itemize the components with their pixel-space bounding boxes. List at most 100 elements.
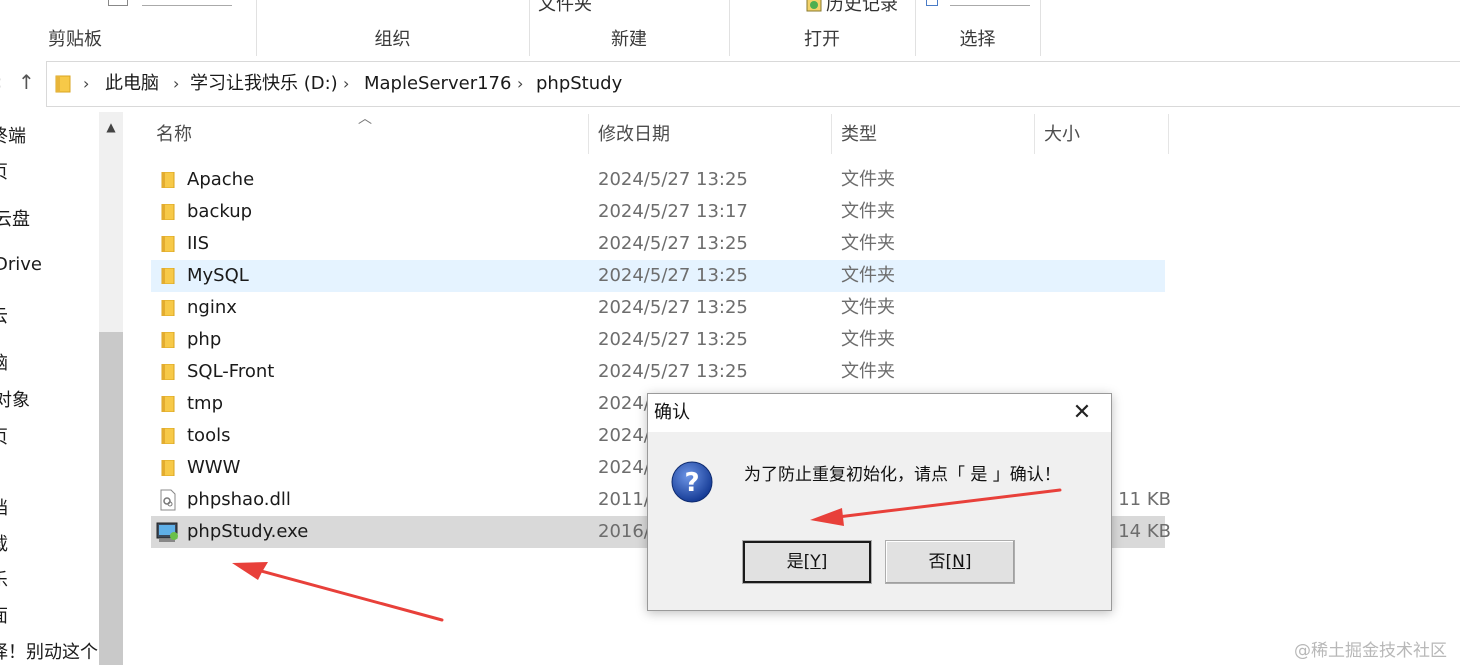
file-size-cell: 11 KB	[1118, 489, 1171, 510]
nav-item-music[interactable]: 乐	[0, 566, 8, 592]
history-button[interactable]: 历史记录	[806, 0, 898, 16]
yes-button-accel: Y	[810, 552, 821, 572]
file-size-cell	[1111, 228, 1171, 260]
file-size-cell	[1111, 356, 1171, 388]
nav-item-downloads[interactable]: 载	[0, 530, 8, 556]
exe-app-icon	[156, 522, 178, 542]
question-icon: ?	[671, 461, 713, 503]
breadcrumb-drive-d[interactable]: 学习让我快乐 (D:)	[190, 62, 338, 106]
select-cut-icon	[926, 0, 1030, 11]
dialog-title: 确认	[654, 402, 690, 423]
file-date-cell: 2016/	[598, 521, 650, 542]
folder-icon	[161, 172, 175, 188]
file-name-cell: php	[187, 329, 222, 350]
nav-item[interactable]: 页	[0, 423, 8, 449]
file-size-cell	[1111, 388, 1171, 420]
dll-file-icon	[160, 489, 176, 511]
file-row[interactable]: Apache 2024/5/27 13:25 文件夹	[151, 164, 1165, 196]
file-row[interactable]: IIS 2024/5/27 13:25 文件夹	[151, 228, 1165, 260]
nav-item-documents[interactable]: 档	[0, 494, 8, 520]
file-date-cell: 2024/	[598, 393, 650, 414]
no-button[interactable]: 否[N]	[885, 540, 1015, 584]
folder-icon	[161, 204, 175, 220]
file-name-cell: tools	[187, 425, 231, 446]
column-header-name[interactable]: 名称	[156, 118, 192, 152]
file-date-cell: 2024/5/27 13:25	[598, 233, 748, 254]
file-type-cell: 文件夹	[841, 233, 895, 254]
file-name-cell: backup	[187, 201, 253, 222]
column-header-size[interactable]: 大小	[1044, 118, 1080, 152]
file-type-cell: 文件夹	[841, 329, 895, 350]
folder-icon	[161, 460, 175, 476]
close-icon[interactable]: ✕	[1069, 400, 1095, 426]
file-name-cell: phpStudy.exe	[187, 521, 309, 542]
yes-button-label: 是	[786, 552, 804, 572]
file-size-cell	[1111, 260, 1171, 292]
ribbon: 文件夹 历史记录 剪贴板 组织 新建 打开 选择	[0, 0, 1460, 57]
ribbon-group-new: 新建	[611, 29, 647, 50]
nav-item[interactable]: 页	[0, 158, 8, 184]
back-button[interactable]: ‹	[0, 64, 2, 100]
file-name-cell: IIS	[187, 233, 210, 254]
ribbon-group-open: 打开	[804, 29, 840, 50]
file-date-cell: 2024/5/27 13:17	[598, 201, 748, 222]
yes-button[interactable]: 是[Y]	[742, 540, 872, 584]
nav-item-desktop[interactable]: 面	[0, 602, 8, 628]
column-header-type[interactable]: 类型	[841, 118, 877, 152]
file-type-cell: 文件夹	[841, 361, 895, 382]
ribbon-group-organize: 组织	[374, 29, 411, 50]
column-separator[interactable]	[1168, 114, 1169, 154]
file-size-cell	[1111, 324, 1171, 356]
breadcrumb-chevron-icon: ›	[83, 74, 90, 93]
file-type-cell: 文件夹	[841, 265, 895, 286]
breadcrumb-mapleserver[interactable]: MapleServer176	[364, 62, 511, 106]
nav-item-3d-objects[interactable]: 对象	[0, 386, 30, 412]
ribbon-separator	[1040, 0, 1041, 56]
column-separator[interactable]	[1034, 114, 1035, 154]
column-separator[interactable]	[588, 114, 589, 154]
file-type-cell: 文件夹	[841, 169, 895, 190]
nav-item[interactable]: 云盘	[0, 205, 30, 231]
svg-text:?: ?	[684, 468, 699, 498]
file-row[interactable]: php 2024/5/27 13:25 文件夹	[151, 324, 1165, 356]
file-date-cell: 2024/	[598, 425, 650, 446]
dialog-title-bar[interactable]: 确认 ✕	[648, 394, 1111, 432]
folder-icon	[161, 268, 175, 284]
nav-item[interactable]: 终端	[0, 122, 26, 148]
up-button[interactable]: ↑	[18, 64, 35, 100]
scrollbar-thumb[interactable]	[99, 332, 123, 665]
scroll-up-icon[interactable]: ▲	[99, 112, 123, 142]
sort-ascending-icon: ︿	[358, 111, 372, 127]
nav-item-custom[interactable]: 择！别动这个	[0, 638, 98, 664]
new-folder-button[interactable]: 文件夹	[538, 0, 592, 16]
nav-pane-scrollbar[interactable]: ▲	[99, 112, 123, 665]
file-size-cell	[1111, 452, 1171, 484]
address-bar[interactable]: › 此电脑 › 学习让我快乐 (D:) › MapleServer176 › p…	[46, 61, 1460, 107]
ribbon-group-clipboard: 剪贴板	[48, 29, 102, 50]
no-button-label: 否	[928, 552, 946, 572]
no-button-accel: N	[952, 552, 965, 572]
nav-item[interactable]: 脑	[0, 349, 8, 375]
file-size-cell	[1111, 292, 1171, 324]
file-date-cell: 2011/	[598, 489, 650, 510]
column-header-date[interactable]: 修改日期	[598, 118, 670, 152]
file-row[interactable]: backup 2024/5/27 13:17 文件夹	[151, 196, 1165, 228]
nav-item[interactable]: 云	[0, 302, 8, 328]
breadcrumb-this-pc[interactable]: 此电脑	[105, 62, 159, 106]
file-size-cell	[1111, 420, 1171, 452]
annotation-arrow-exe	[232, 562, 444, 622]
file-name-cell: SQL-Front	[187, 361, 275, 382]
file-row[interactable]: MySQL 2024/5/27 13:25 文件夹	[151, 260, 1165, 292]
file-row[interactable]: SQL-Front 2024/5/27 13:25 文件夹	[151, 356, 1165, 388]
nav-item-onedrive[interactable]: Drive	[0, 254, 42, 275]
file-type-cell: 文件夹	[841, 297, 895, 318]
folder-icon	[55, 75, 71, 93]
file-name-cell: nginx	[187, 297, 237, 318]
folder-icon	[161, 300, 175, 316]
breadcrumb-phpstudy[interactable]: phpStudy	[536, 62, 622, 106]
file-date-cell: 2024/5/27 13:25	[598, 169, 748, 190]
file-date-cell: 2024/	[598, 457, 650, 478]
file-row[interactable]: nginx 2024/5/27 13:25 文件夹	[151, 292, 1165, 324]
column-separator[interactable]	[831, 114, 832, 154]
file-name-cell: tmp	[187, 393, 224, 414]
